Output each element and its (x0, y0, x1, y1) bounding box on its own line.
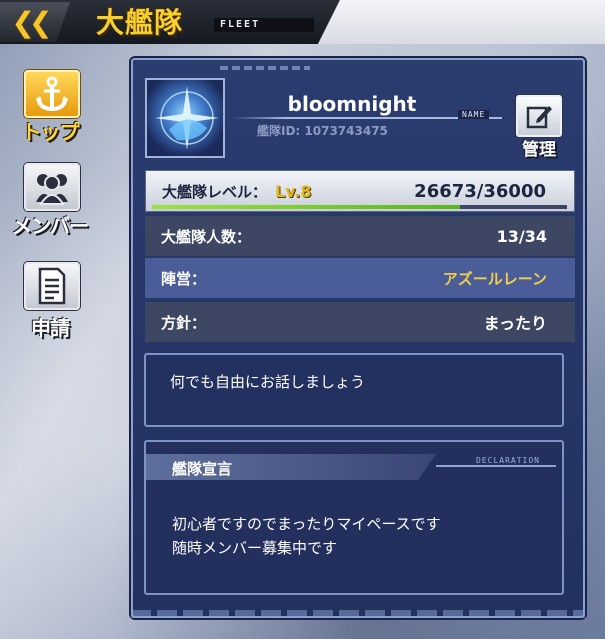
declaration-header: 艦隊宣言 (146, 454, 436, 480)
nav-members-label: メンバー (12, 214, 89, 238)
faction-value: アズールレーン (442, 269, 547, 288)
double-chevron-left-icon: ❮❮ (11, 5, 53, 39)
document-icon (38, 267, 66, 305)
policy-value: まったり (483, 314, 547, 333)
declaration-line-2: 随時メンバー募集中です (172, 539, 338, 557)
fleet-faction-row: 陣営： アズールレーン (145, 258, 575, 298)
faction-label: 陣営： (161, 269, 207, 288)
xp-progress-bar (152, 205, 567, 209)
members-value: 13/34 (496, 226, 547, 246)
declaration-text: 初心者ですのでまったりマイペースです 随時メンバー募集中です (172, 512, 441, 560)
nav-top-label: トップ (21, 120, 80, 144)
level-label: 大艦隊レベル： (162, 182, 268, 201)
nav-applications-button[interactable] (24, 262, 80, 310)
fleet-members-row: 大艦隊人数： 13/34 (145, 216, 575, 256)
xp-value: 26673/36000 (414, 180, 546, 202)
fleet-message: 何でも自由にお話しましょう (170, 373, 366, 391)
members-label: 大艦隊人数： (161, 227, 252, 246)
fleet-emblem (145, 78, 225, 158)
edit-icon (526, 106, 552, 129)
page-title: 大艦隊 (96, 6, 184, 39)
fleet-name: bloomnight (287, 92, 417, 116)
bottom-accent (131, 610, 585, 618)
manage-label: 管理 (522, 140, 556, 160)
fleet-message-box: 何でも自由にお話しましょう (144, 353, 564, 427)
anchor-icon (36, 76, 68, 112)
policy-label: 方針： (161, 313, 207, 332)
fleet-id: 艦隊ID: 1073743475 (257, 124, 388, 138)
xp-progress-fill (152, 205, 460, 209)
fleet-policy-row: 方針： まったり (145, 302, 575, 342)
level-label-group: 大艦隊レベル： Lv.8 (162, 181, 312, 202)
declaration-line (436, 465, 556, 467)
page-subtitle: FLEET (214, 18, 314, 32)
declaration-tag: DECLARATION (476, 456, 540, 465)
fleet-emblem-icon (155, 86, 219, 150)
level-value: Lv.8 (275, 181, 312, 201)
declaration-title: 艦隊宣言 (172, 460, 233, 478)
nav-members-button[interactable] (24, 163, 80, 211)
manage-button[interactable]: 管理 (514, 95, 564, 160)
edit-icon-frame[interactable] (516, 95, 562, 137)
header-light-strip (318, 0, 605, 44)
declaration-line-1: 初心者ですのでまったりマイペースです (172, 515, 441, 533)
name-tag: NAME (458, 110, 490, 119)
panel-accent (220, 66, 310, 70)
declaration-box: 艦隊宣言 DECLARATION 初心者ですのでまったりマイペースです 随時メン… (144, 440, 564, 595)
nav-top-button[interactable] (24, 70, 80, 118)
nav-applications-label: 申請 (31, 316, 70, 340)
people-icon (36, 174, 68, 205)
